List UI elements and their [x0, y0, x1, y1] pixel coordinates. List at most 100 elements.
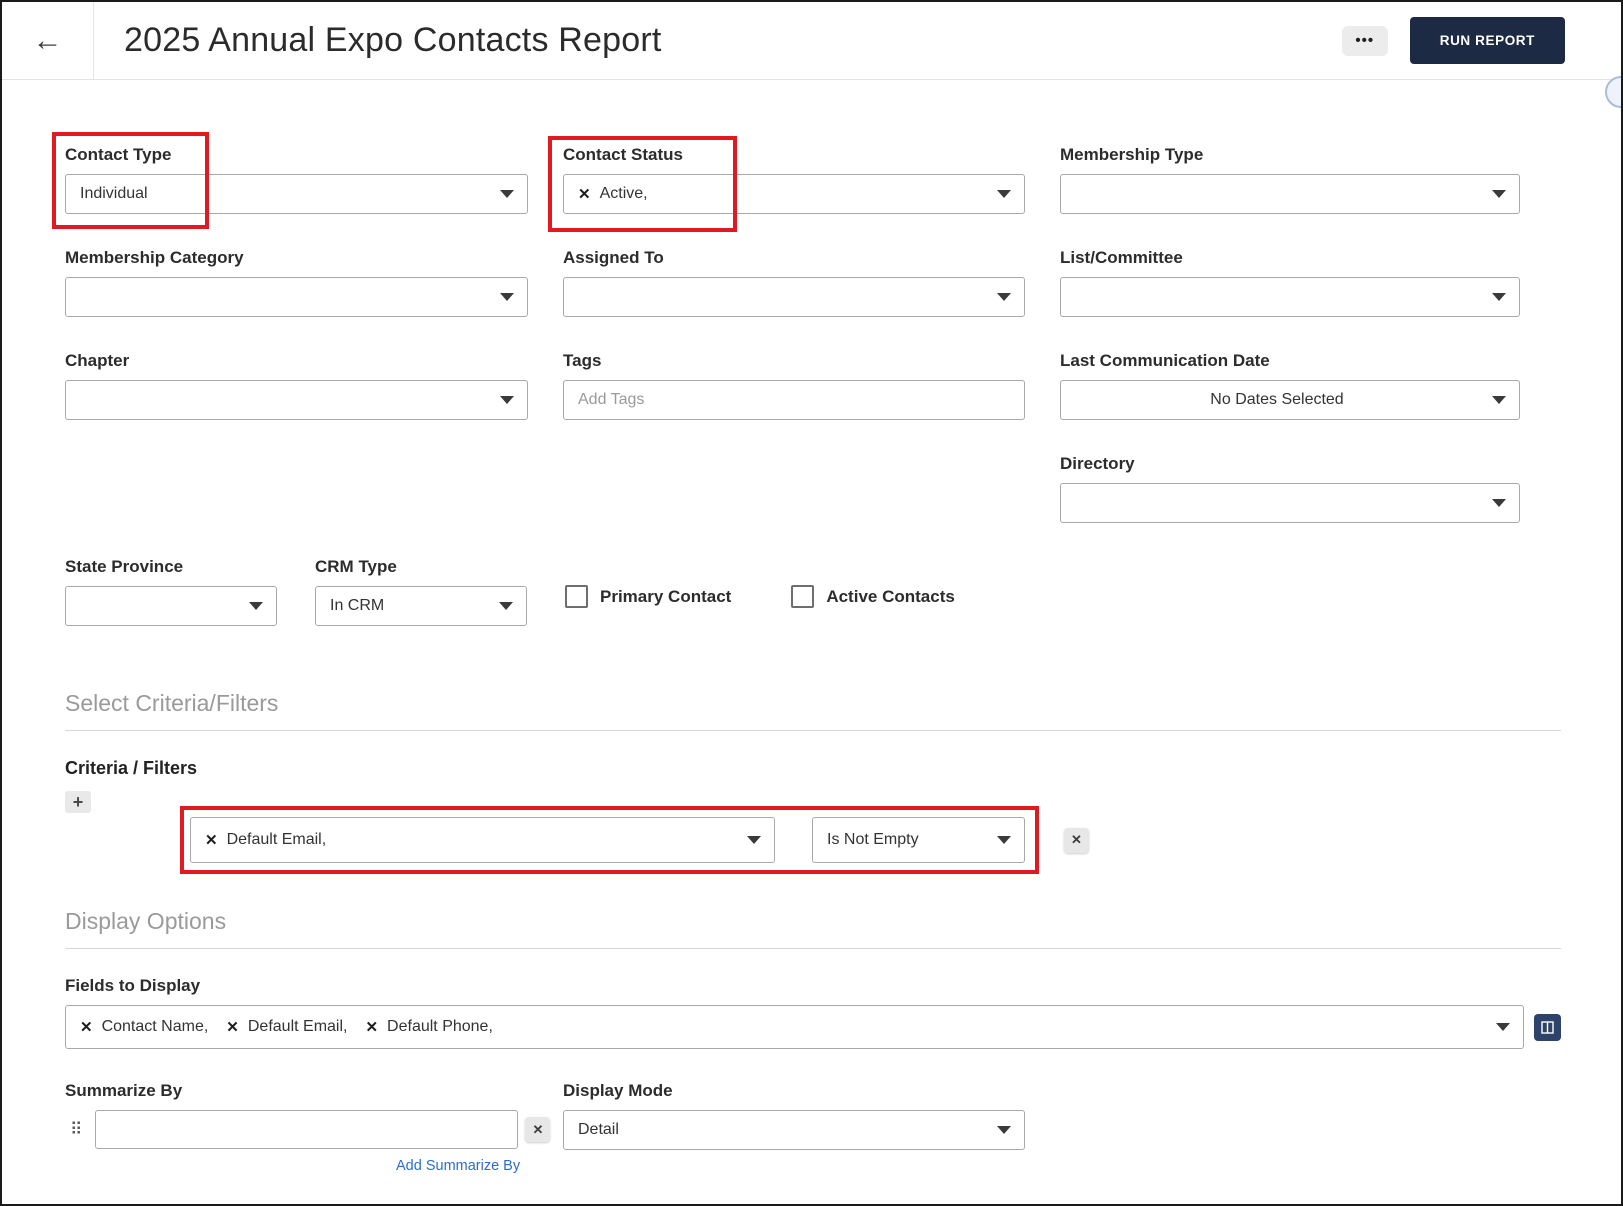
- chapter-group: Chapter: [65, 351, 528, 420]
- contact-type-dropdown[interactable]: Individual: [65, 174, 528, 214]
- chevron-down-icon: [1492, 293, 1506, 301]
- list-committee-label: List/Committee: [1060, 248, 1183, 267]
- chevron-down-icon: [249, 602, 263, 610]
- chevron-down-icon: [997, 293, 1011, 301]
- bottom-row: Summarize By ⠿ ✕ Add Summarize By Displa…: [65, 1081, 1561, 1175]
- more-options-button[interactable]: •••: [1341, 25, 1388, 56]
- back-arrow-icon: ←: [32, 23, 63, 57]
- remove-chip-icon[interactable]: ✕: [80, 1020, 93, 1035]
- contact-status-group: Contact Status ✕ Active,: [548, 136, 1025, 232]
- remove-chip-icon[interactable]: ✕: [226, 1020, 239, 1035]
- floating-widget-partial[interactable]: [1605, 76, 1621, 108]
- contact-status-value: Active,: [599, 185, 648, 202]
- active-contacts-label: Active Contacts: [826, 586, 955, 606]
- tags-label: Tags: [563, 351, 602, 370]
- membership-type-group: Membership Type: [1060, 145, 1520, 214]
- primary-contact-label: Primary Contact: [600, 586, 732, 606]
- remove-chip-icon[interactable]: ✕: [578, 187, 591, 202]
- add-summarize-by-link[interactable]: Add Summarize By: [396, 1158, 520, 1174]
- directory-group: Directory: [1060, 454, 1520, 523]
- display-mode-dropdown[interactable]: Detail: [563, 1110, 1025, 1150]
- criteria-field-value: Default Email,: [226, 831, 327, 848]
- fields-to-display-row: ✕ Contact Name, ✕ Default Email, ✕ Defau…: [65, 1005, 1561, 1049]
- state-province-label: State Province: [65, 557, 184, 576]
- crm-type-value: In CRM: [330, 597, 385, 614]
- chevron-down-icon: [997, 836, 1011, 844]
- chevron-down-icon: [499, 602, 513, 610]
- field-chip-value: Default Phone,: [387, 1018, 493, 1035]
- chevron-down-icon: [500, 396, 514, 404]
- fields-to-display-dropdown[interactable]: ✕ Contact Name, ✕ Default Email, ✕ Defau…: [65, 1005, 1524, 1049]
- chapter-dropdown[interactable]: [65, 380, 528, 420]
- contact-status-chip[interactable]: ✕ Active,: [578, 185, 648, 203]
- chevron-down-icon: [1496, 1023, 1510, 1031]
- membership-category-label: Membership Category: [65, 248, 244, 267]
- state-province-dropdown[interactable]: [65, 586, 277, 626]
- active-contacts-checkbox-group[interactable]: Active Contacts: [791, 557, 955, 608]
- fields-to-display-label: Fields to Display: [65, 976, 201, 995]
- assigned-to-group: Assigned To: [563, 248, 1025, 317]
- criteria-field-chip[interactable]: ✕ Default Email,: [205, 831, 326, 849]
- field-chip[interactable]: ✕ Default Phone,: [365, 1018, 492, 1036]
- ellipsis-icon: •••: [1355, 32, 1375, 49]
- run-report-button[interactable]: RUN REPORT: [1409, 17, 1565, 64]
- assigned-to-dropdown[interactable]: [563, 277, 1025, 317]
- summarize-by-block: Summarize By ⠿ ✕ Add Summarize By: [65, 1081, 563, 1175]
- membership-category-dropdown[interactable]: [65, 277, 528, 317]
- chevron-down-icon: [500, 293, 514, 301]
- criteria-filters-label: Criteria / Filters: [65, 758, 198, 778]
- display-options-heading: Display Options: [65, 908, 1561, 949]
- display-mode-block: Display Mode Detail: [563, 1081, 1025, 1175]
- criteria-field-dropdown[interactable]: ✕ Default Email,: [190, 817, 775, 863]
- remove-criteria-button[interactable]: ✕: [1064, 827, 1089, 853]
- last-communication-date-dropdown[interactable]: No Dates Selected: [1060, 380, 1520, 420]
- summarize-by-label: Summarize By: [65, 1081, 183, 1100]
- crm-type-dropdown[interactable]: In CRM: [315, 586, 527, 626]
- chevron-down-icon: [997, 190, 1011, 198]
- field-chip-value: Contact Name,: [101, 1018, 209, 1035]
- list-committee-dropdown[interactable]: [1060, 277, 1520, 317]
- remove-chip-icon[interactable]: ✕: [205, 833, 218, 848]
- directory-label: Directory: [1060, 454, 1135, 473]
- crm-type-label: CRM Type: [315, 557, 397, 576]
- contact-status-label: Contact Status: [563, 145, 683, 164]
- remove-chip-icon[interactable]: ✕: [365, 1020, 378, 1035]
- columns-icon: [1541, 1020, 1554, 1034]
- membership-type-label: Membership Type: [1060, 145, 1204, 164]
- tags-input[interactable]: [563, 380, 1025, 420]
- summarize-by-input[interactable]: [95, 1110, 519, 1149]
- chevron-down-icon: [1492, 396, 1506, 404]
- primary-contact-checkbox[interactable]: [565, 585, 588, 608]
- display-mode-value: Detail: [578, 1121, 619, 1138]
- contact-status-dropdown[interactable]: ✕ Active,: [563, 174, 1025, 214]
- assigned-to-label: Assigned To: [563, 248, 664, 267]
- clear-summarize-button[interactable]: ✕: [525, 1117, 551, 1142]
- active-contacts-checkbox[interactable]: [791, 585, 815, 608]
- field-chip[interactable]: ✕ Contact Name,: [80, 1018, 208, 1036]
- plus-icon: +: [72, 791, 84, 812]
- column-settings-button[interactable]: [1534, 1013, 1561, 1041]
- criteria-operator-dropdown[interactable]: Is Not Empty: [812, 817, 1025, 863]
- last-communication-date-label: Last Communication Date: [1060, 351, 1270, 370]
- criteria-operator-value: Is Not Empty: [827, 831, 919, 848]
- criteria-section-heading: Select Criteria/Filters: [65, 690, 1561, 731]
- crm-type-group: CRM Type In CRM: [315, 557, 527, 626]
- last-communication-date-group: Last Communication Date No Dates Selecte…: [1060, 351, 1520, 420]
- chevron-down-icon: [997, 1126, 1011, 1134]
- summarize-controls: ⠿ ✕: [65, 1110, 563, 1149]
- main-content: Contact Type Individual Contact Status ✕…: [2, 132, 1621, 1175]
- directory-dropdown[interactable]: [1060, 483, 1520, 523]
- membership-type-dropdown[interactable]: [1060, 174, 1520, 214]
- chevron-down-icon: [500, 190, 514, 198]
- drag-handle-icon[interactable]: ⠿: [70, 1121, 82, 1138]
- field-chip-value: Default Email,: [247, 1018, 348, 1035]
- list-committee-group: List/Committee: [1060, 248, 1520, 317]
- back-button[interactable]: ←: [2, 2, 94, 79]
- add-criteria-button[interactable]: +: [65, 791, 91, 813]
- header: ← 2025 Annual Expo Contacts Report ••• R…: [2, 2, 1621, 80]
- page-title: 2025 Annual Expo Contacts Report: [124, 21, 662, 59]
- primary-contact-checkbox-group[interactable]: Primary Contact: [565, 557, 731, 608]
- field-chip[interactable]: ✕ Default Email,: [226, 1018, 347, 1036]
- state-province-group: State Province: [65, 557, 277, 626]
- contact-type-value: Individual: [80, 185, 148, 202]
